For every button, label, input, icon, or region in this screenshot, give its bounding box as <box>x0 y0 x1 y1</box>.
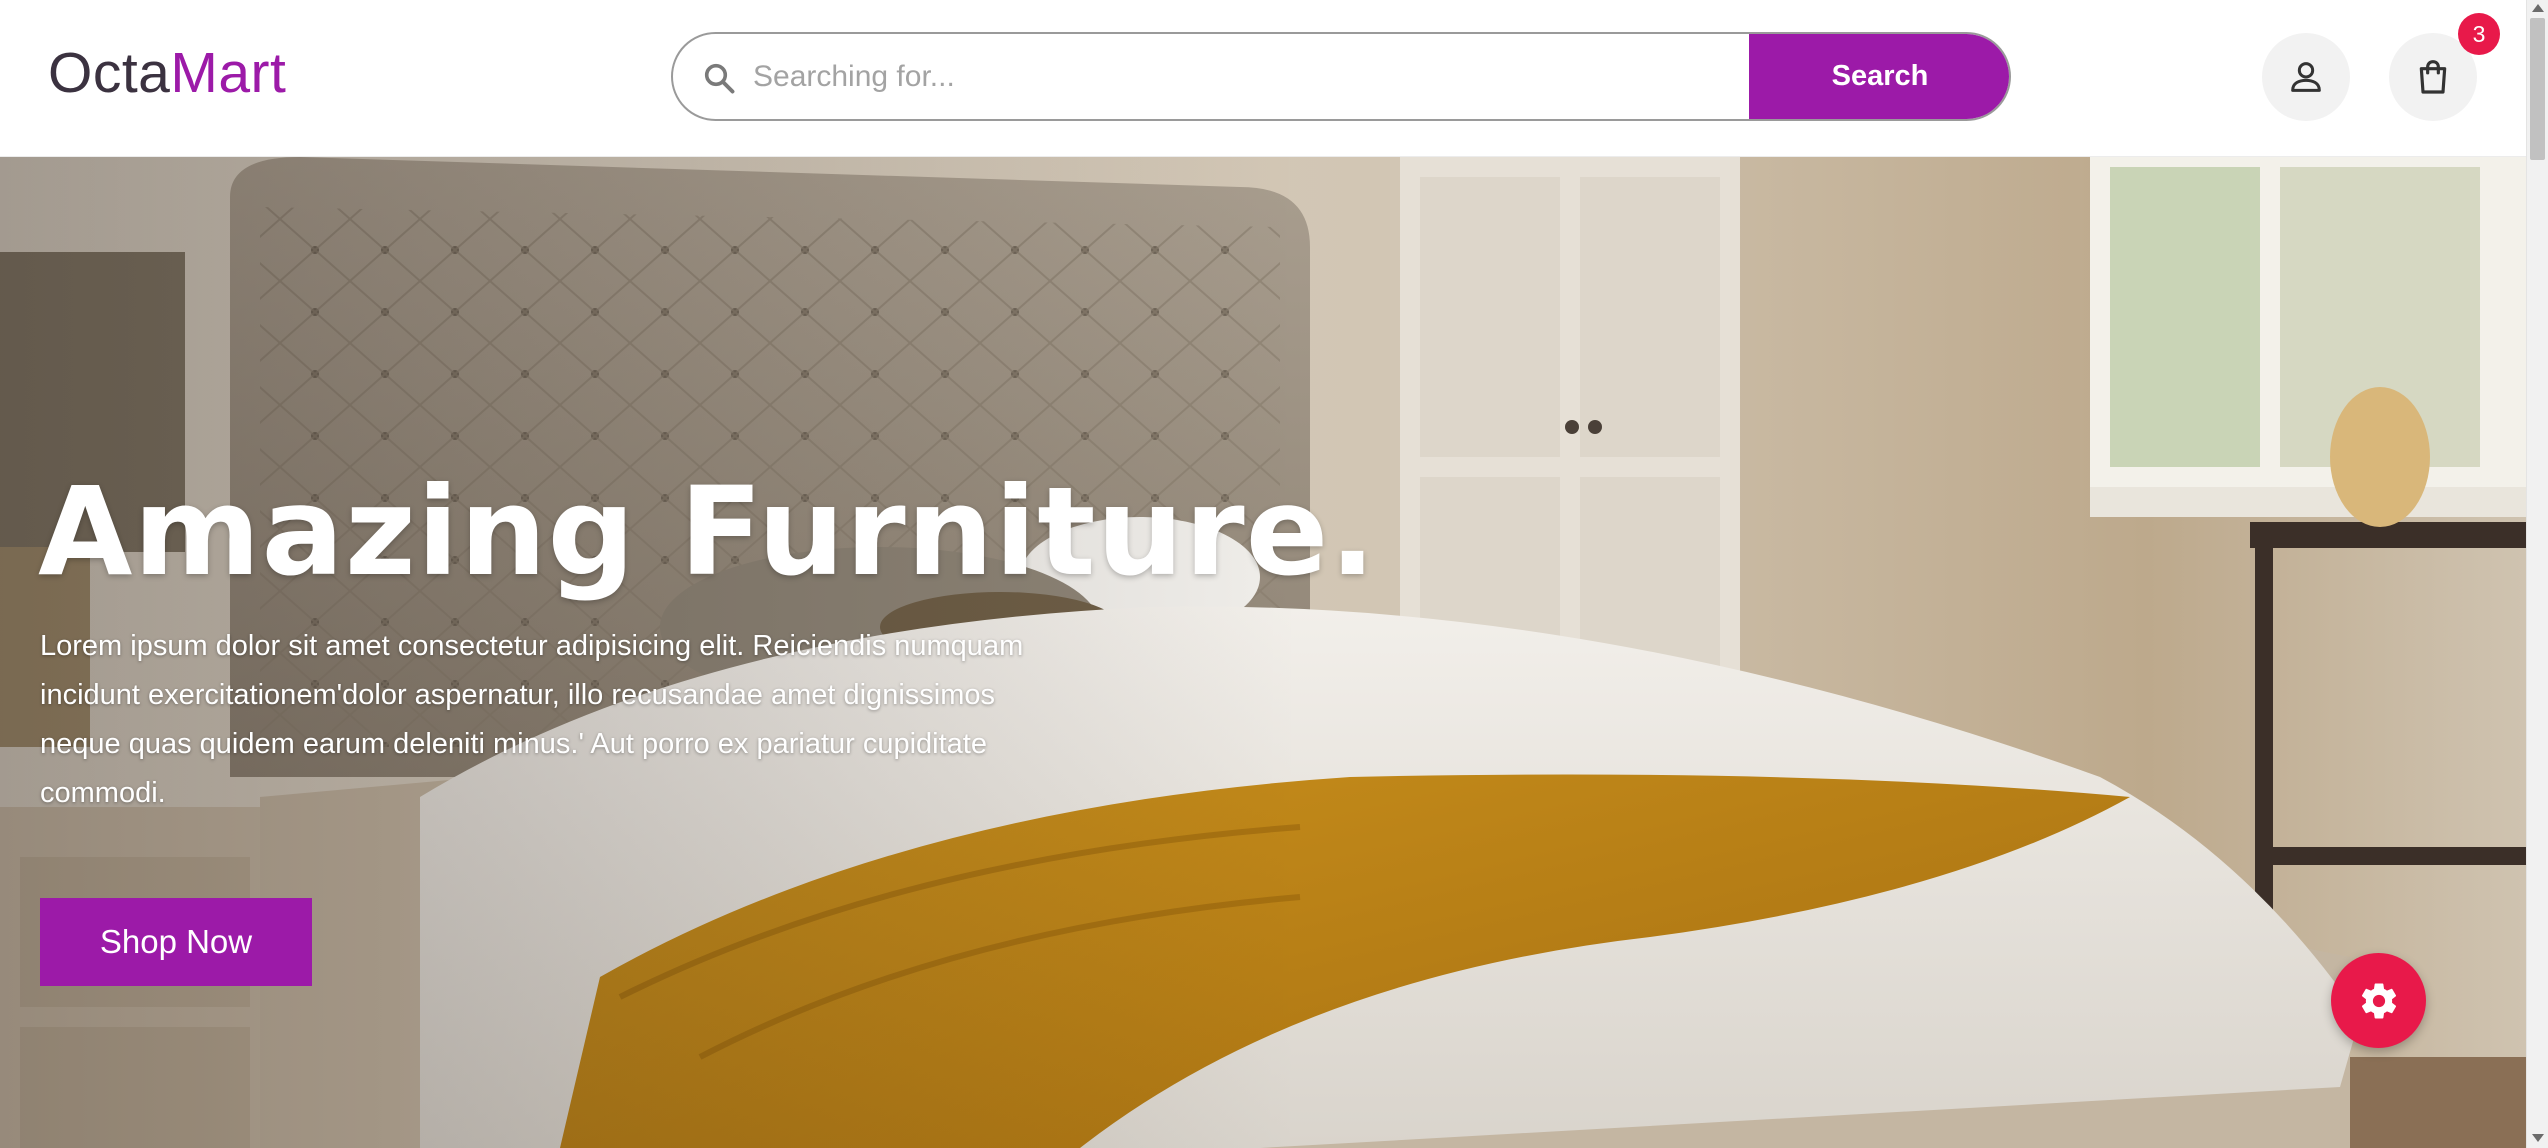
hero-description: Lorem ipsum dolor sit amet consectetur a… <box>40 630 1024 809</box>
search-icon <box>704 63 735 94</box>
shop-now-button[interactable]: Shop Now <box>40 898 312 986</box>
logo-part-octa: Octa <box>48 41 171 105</box>
logo[interactable]: OctaMart <box>48 34 286 112</box>
scroll-up-arrow[interactable] <box>2532 4 2544 12</box>
page-scrollbar[interactable] <box>2526 0 2548 1148</box>
user-icon <box>2291 62 2321 92</box>
hero-banner: Amazing Furniture. Lorem ipsum dolor sit… <box>0 157 2526 1148</box>
search-bar: Search <box>671 32 2011 121</box>
account-button[interactable] <box>2262 33 2350 121</box>
logo-part-mart: Mart <box>170 41 287 105</box>
settings-button[interactable] <box>2331 953 2426 1048</box>
search-button[interactable]: Search <box>1749 34 2009 119</box>
gear-icon <box>2361 983 2396 1018</box>
scroll-down-arrow[interactable] <box>2532 1134 2544 1142</box>
hero-title: Amazing Furniture. <box>38 461 1377 603</box>
search-input[interactable] <box>753 34 1753 119</box>
site-header: OctaMart Search 3 <box>0 0 2526 157</box>
shopping-bag-icon <box>2419 60 2447 94</box>
scroll-thumb[interactable] <box>2530 18 2545 160</box>
cart-count-badge: 3 <box>2458 13 2500 55</box>
